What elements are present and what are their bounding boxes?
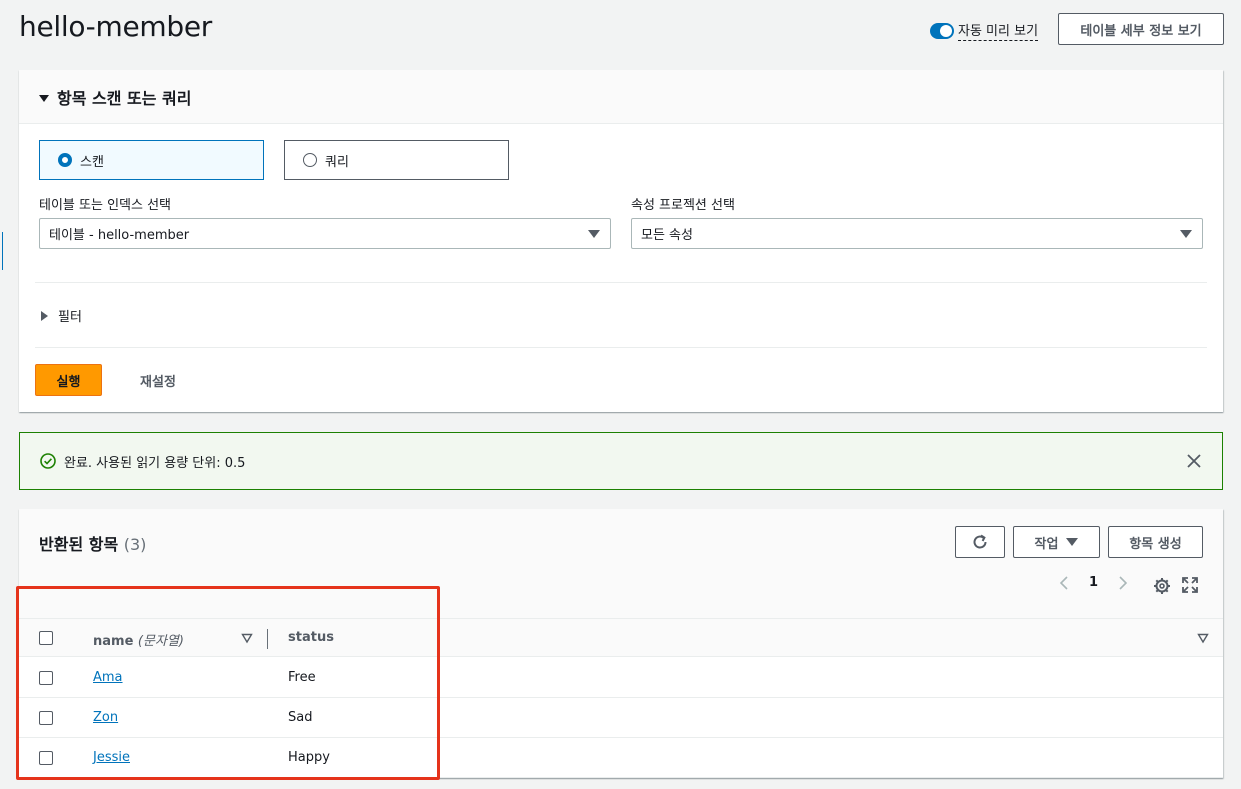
divider: [35, 282, 1207, 283]
caret-right-icon[interactable]: [41, 310, 48, 321]
auto-preview-label[interactable]: 자동 미리 보기: [958, 20, 1039, 41]
scan-mode-tile[interactable]: 스캔: [39, 140, 264, 180]
chevron-left-icon[interactable]: [1059, 575, 1069, 590]
column-name-label: name: [93, 634, 134, 649]
page-title: hello-member: [19, 10, 212, 43]
item-status: Sad: [288, 710, 313, 725]
table-select-value: 테이블 - hello-member: [49, 228, 190, 243]
table-details-button[interactable]: 테이블 세부 정보 보기: [1058, 13, 1224, 45]
items-title: 반환된 항목 (3): [39, 531, 146, 555]
page-number[interactable]: 1: [1089, 575, 1098, 590]
sort-icon[interactable]: [1197, 632, 1209, 644]
auto-preview-toggle[interactable]: 자동 미리 보기: [930, 20, 1039, 41]
refresh-button[interactable]: [955, 526, 1005, 558]
scan-query-panel: 항목 스캔 또는 쿼리 스캔 쿼리 테이블 또는 인덱스 선택 테이블 - he…: [19, 70, 1223, 412]
radio-unselected-icon[interactable]: [303, 153, 317, 167]
chevron-right-icon[interactable]: [1118, 575, 1128, 590]
attr-select-value: 모든 속성: [641, 228, 693, 243]
row-checkbox[interactable]: [39, 711, 53, 725]
table-row: Zon Sad: [19, 698, 1223, 738]
scan-mode-label: 스캔: [80, 154, 104, 170]
create-item-button[interactable]: 항목 생성: [1108, 526, 1203, 558]
items-panel-header: 반환된 항목 (3) 작업 항목 생성 1: [19, 509, 1223, 619]
gear-icon[interactable]: [1153, 577, 1171, 595]
caret-down-icon[interactable]: [39, 94, 49, 102]
table-select-label: 테이블 또는 인덱스 선택: [39, 198, 171, 213]
attr-projection-select[interactable]: 모든 속성: [631, 218, 1203, 249]
column-header-status[interactable]: status: [288, 630, 334, 645]
pagination: 1: [1059, 575, 1128, 590]
item-name-link[interactable]: Zon: [93, 710, 118, 725]
item-status: Happy: [288, 750, 330, 765]
select-all-checkbox[interactable]: [39, 631, 53, 645]
actions-label: 작업: [1034, 536, 1059, 552]
query-mode-label: 쿼리: [325, 154, 349, 170]
item-name-link[interactable]: Jessie: [93, 750, 130, 765]
refresh-icon: [973, 534, 987, 549]
dropdown-arrow-icon[interactable]: [1180, 229, 1192, 238]
scan-panel-title: 항목 스캔 또는 쿼리: [57, 88, 192, 108]
actions-button[interactable]: 작업: [1013, 526, 1100, 558]
run-button[interactable]: 실행: [35, 364, 102, 396]
table-row: Jessie Happy: [19, 738, 1223, 778]
items-title-text: 반환된 항목: [39, 535, 119, 554]
query-mode-tile[interactable]: 쿼리: [284, 140, 509, 180]
radio-selected-icon[interactable]: [58, 153, 72, 167]
column-header-name[interactable]: name (문자열): [93, 630, 184, 649]
item-name-link[interactable]: Ama: [93, 670, 123, 685]
filter-label: 필터: [58, 310, 82, 325]
attr-select-label: 속성 프로젝션 선택: [631, 198, 735, 213]
dropdown-arrow-icon[interactable]: [588, 229, 600, 238]
returned-items-panel: 반환된 항목 (3) 작업 항목 생성 1 name (문자열) status …: [19, 509, 1223, 778]
row-checkbox[interactable]: [39, 671, 53, 685]
fullscreen-icon[interactable]: [1182, 577, 1198, 593]
table-row: Ama Free: [19, 658, 1223, 698]
divider: [35, 347, 1207, 348]
sort-icon[interactable]: [241, 632, 253, 644]
close-icon[interactable]: [1186, 453, 1202, 469]
toggle-switch-icon[interactable]: [930, 22, 954, 39]
left-edge-marker: [0, 232, 3, 270]
filter-expander[interactable]: 필터: [41, 306, 82, 325]
item-status: Free: [288, 670, 316, 685]
row-checkbox[interactable]: [39, 751, 53, 765]
scan-panel-header[interactable]: 항목 스캔 또는 쿼리: [19, 70, 1223, 124]
success-check-icon: [40, 453, 56, 469]
items-count: (3): [123, 535, 147, 554]
caret-down-icon: [1066, 538, 1079, 546]
table-header: name (문자열) status: [19, 619, 1223, 657]
table-select[interactable]: 테이블 - hello-member: [39, 218, 611, 249]
column-name-type: (문자열): [137, 634, 184, 649]
reset-button[interactable]: 재설정: [124, 364, 192, 396]
column-resizer[interactable]: [267, 629, 268, 649]
success-flash: 완료. 사용된 읽기 용량 단위: 0.5: [19, 432, 1223, 490]
flash-message: 완료. 사용된 읽기 용량 단위: 0.5: [64, 455, 246, 471]
